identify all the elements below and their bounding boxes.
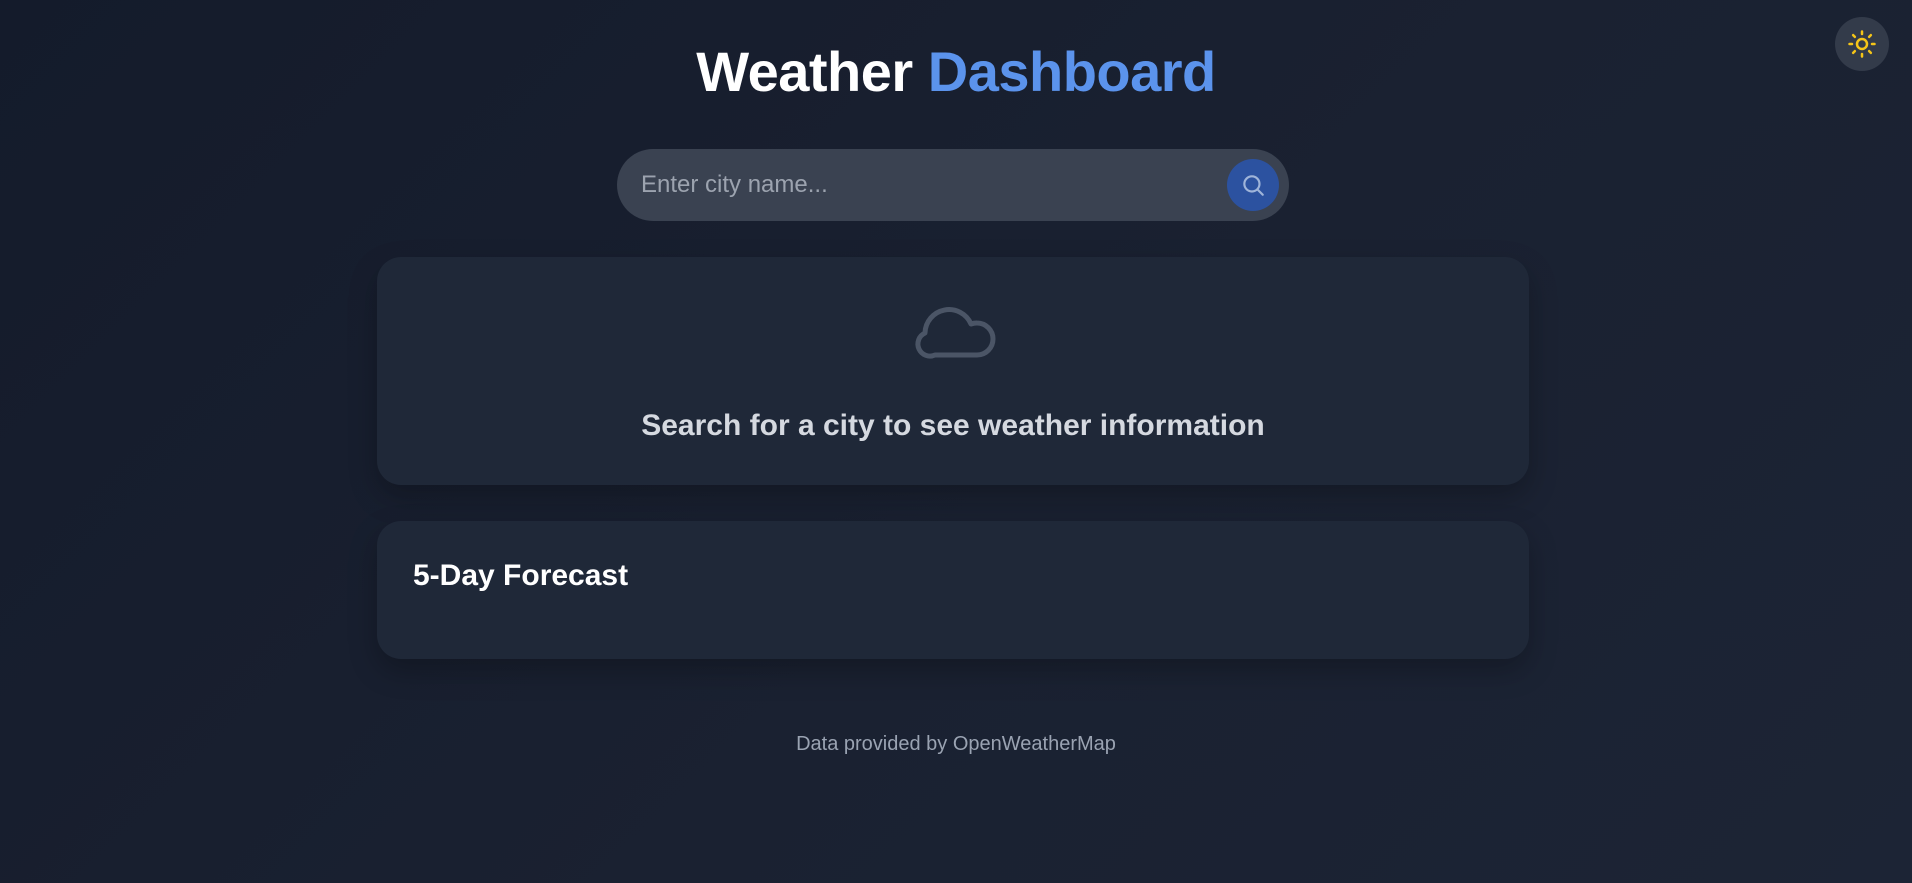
title-dashboard: Dashboard <box>927 40 1217 103</box>
forecast-card: 5-Day Forecast <box>377 521 1529 659</box>
search-icon <box>1243 175 1264 196</box>
search-bar <box>617 149 1289 221</box>
title-weather: Weather <box>696 40 913 103</box>
search-input[interactable] <box>641 171 1227 199</box>
search-button[interactable] <box>1227 159 1279 211</box>
cloud-icon <box>915 307 996 359</box>
page-title: Weather Dashboard <box>0 40 1912 104</box>
footer-attribution: Data provided by OpenWeatherMap <box>796 733 1116 755</box>
empty-state-message: Search for a city to see weather informa… <box>641 409 1265 442</box>
forecast-title: 5-Day Forecast <box>413 559 629 592</box>
current-weather-card: Search for a city to see weather informa… <box>377 257 1529 485</box>
